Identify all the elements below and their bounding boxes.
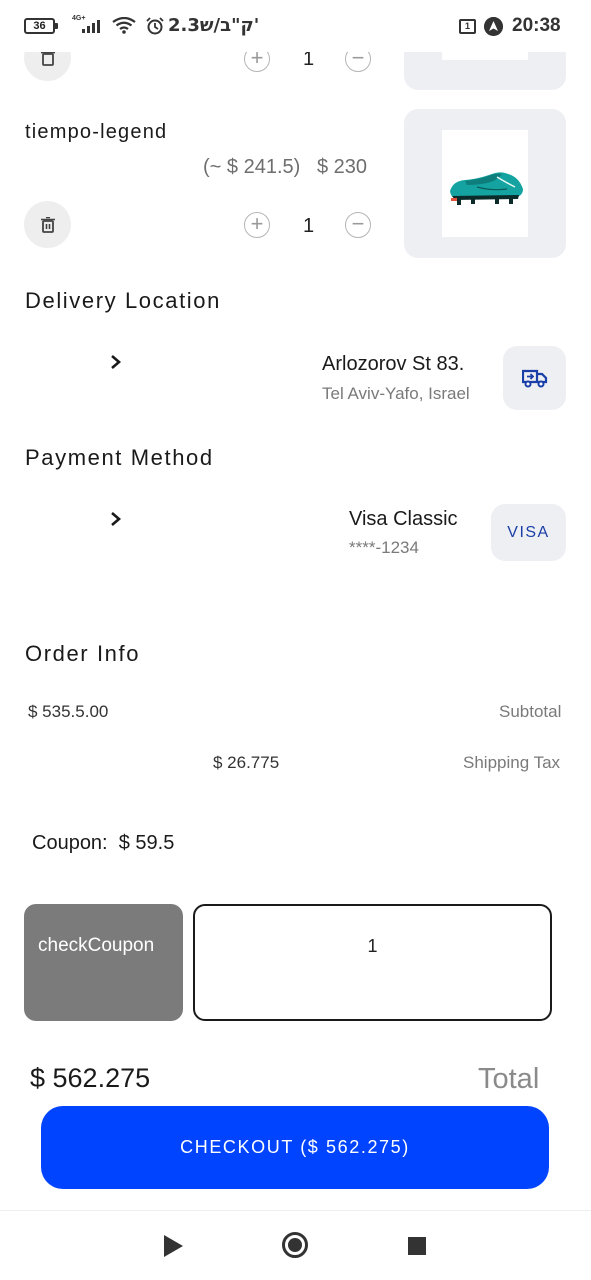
order-info-title: Order Info (25, 641, 141, 666)
product-price: $ 230 (317, 156, 368, 178)
subtotal-value: $ 535.5.00 (28, 702, 109, 721)
carrier-text: 2.3ק"ב/ש' (168, 15, 260, 36)
home-icon[interactable] (282, 1232, 308, 1258)
check-coupon-button[interactable]: checkCoupon (24, 904, 183, 1021)
navigation-app-icon (484, 17, 503, 36)
payment-card-name: Visa Classic (349, 508, 458, 530)
delivery-button[interactable] (503, 346, 566, 410)
product-image-tile[interactable] (404, 109, 566, 258)
delivery-address-line1: Arlozorov St 83. (322, 353, 465, 375)
back-icon[interactable] (164, 1235, 183, 1257)
delivery-address-line2: Tel Aviv-Yafo, Israel (322, 384, 470, 403)
calendar-badge: 1 (464, 21, 470, 31)
delivery-truck-icon (521, 369, 547, 388)
coupon-input[interactable] (193, 904, 552, 1021)
subtotal-label: Subtotal (499, 702, 562, 721)
system-navigation-bar (0, 1210, 591, 1280)
total-amount: $ 562.275 (30, 1063, 151, 1093)
checkout-button[interactable]: CHECKOUT ($ 562.275) (41, 1106, 549, 1189)
payment-card-number: ****-1234 (349, 538, 419, 557)
product-name: tiempo-legend (25, 121, 168, 143)
delivery-section-title: Delivery Location (25, 288, 221, 313)
signal-icon (82, 19, 104, 33)
shipping-tax-value: $ 26.775 (213, 753, 280, 772)
increase-quantity-button[interactable]: + (244, 212, 270, 238)
clock: 20:38 (512, 15, 561, 36)
total-label: Total (478, 1063, 540, 1095)
alarm-icon (146, 17, 164, 35)
shipping-tax-label: Shipping Tax (463, 753, 561, 772)
status-bar: 36 4G+ 2.3ק"ב/ש' 1 20:38 (0, 0, 591, 52)
wifi-icon (112, 17, 136, 34)
calendar-icon: 1 (459, 19, 476, 34)
payment-section-title: Payment Method (25, 445, 214, 470)
coupon-discount: Coupon: $ 59.5 (32, 832, 175, 854)
battery-level: 36 (33, 20, 46, 32)
visa-logo: VISA (507, 523, 550, 541)
product-original-price: (~ $ 241.5) (203, 156, 301, 178)
quantity-value: 1 (303, 215, 315, 237)
recent-apps-icon[interactable] (408, 1237, 426, 1255)
chevron-right-icon[interactable] (109, 512, 123, 526)
trash-icon (40, 216, 55, 233)
payment-button[interactable]: VISA (491, 504, 566, 561)
decrease-quantity-button[interactable]: − (345, 212, 371, 238)
battery-icon: 36 (24, 18, 58, 34)
delete-item-button[interactable] (24, 201, 71, 248)
soccer-cleat-image (450, 172, 523, 205)
chevron-right-icon[interactable] (109, 355, 123, 369)
